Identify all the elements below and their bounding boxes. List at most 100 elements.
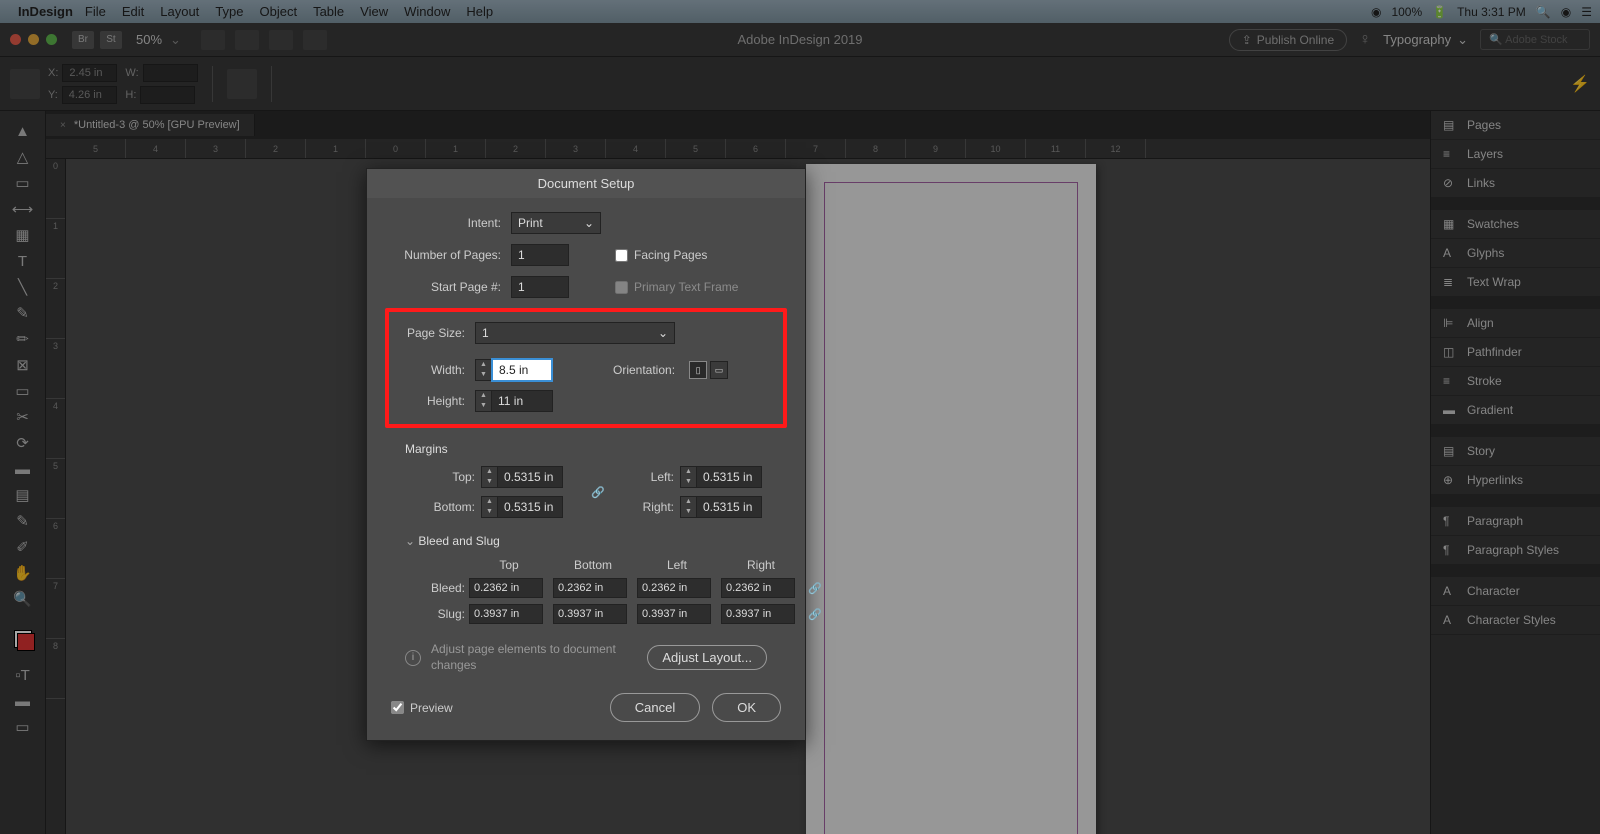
bleed-slug-title[interactable]: Bleed and Slug [405,534,781,548]
panel-pages[interactable]: ▤Pages [1431,111,1600,140]
document-tab[interactable]: ×*Untitled-3 @ 50% [GPU Preview] [46,114,255,136]
ok-button[interactable]: OK [712,693,781,722]
hand-tool[interactable]: ✋ [11,561,35,585]
panel-story[interactable]: ▤Story [1431,437,1600,466]
cancel-button[interactable]: Cancel [610,693,700,722]
margin-top-input[interactable] [497,466,563,488]
pen-tool[interactable]: ✎ [11,301,35,325]
panel-swatches[interactable]: ▦Swatches [1431,210,1600,239]
eyedropper-tool[interactable]: ✐ [11,535,35,559]
formatting-container-icon[interactable]: ▫T [11,663,35,687]
page-tool[interactable]: ▭ [11,171,35,195]
menu-extras-icon[interactable]: ☰ [1581,5,1592,19]
margin-bottom-input[interactable] [497,496,563,518]
menu-type[interactable]: Type [215,4,243,19]
gradient-feather-tool[interactable]: ▤ [11,483,35,507]
slug-right-input[interactable] [721,604,795,624]
width-input[interactable] [491,358,553,382]
panel-gradient[interactable]: ▬Gradient [1431,396,1600,425]
rectangle-frame-tool[interactable]: ⊠ [11,353,35,377]
link-slug-icon[interactable]: 🔗 [805,608,825,621]
reference-point-icon[interactable] [10,69,40,99]
h-input[interactable] [140,86,195,104]
panel-pathfinder[interactable]: ◫Pathfinder [1431,338,1600,367]
w-input[interactable] [143,64,198,82]
panel-glyphs[interactable]: AGlyphs [1431,239,1600,268]
menu-help[interactable]: Help [466,4,493,19]
menu-view[interactable]: View [360,4,388,19]
height-input[interactable] [491,390,553,412]
preview-checkbox[interactable]: Preview [391,701,453,715]
menu-object[interactable]: Object [260,4,298,19]
pencil-tool[interactable]: ✏ [11,327,35,351]
panel-character[interactable]: ACharacter [1431,577,1600,606]
start-page-input[interactable] [511,276,569,298]
menu-file[interactable]: File [85,4,106,19]
menu-layout[interactable]: Layout [160,4,199,19]
link-margins-icon[interactable]: 🔗 [588,486,608,499]
siri-icon[interactable]: ◉ [1561,5,1571,19]
orientation-landscape-button[interactable]: ▭ [710,361,728,379]
type-tool[interactable]: T [11,249,35,273]
gap-tool[interactable]: ⟷ [11,197,35,221]
panel-paragraph-styles[interactable]: ¶Paragraph Styles [1431,536,1600,565]
minimize-window[interactable] [28,34,39,45]
panel-align[interactable]: ⊫Align [1431,309,1600,338]
publish-online-button[interactable]: ⇪Publish Online [1229,29,1347,51]
bleed-bottom-input[interactable] [553,578,627,598]
spotlight-icon[interactable]: 🔍 [1536,5,1551,19]
bleed-left-input[interactable] [637,578,711,598]
rectangle-tool[interactable]: ▭ [11,379,35,403]
note-tool[interactable]: ✎ [11,509,35,533]
panel-character-styles[interactable]: ACharacter Styles [1431,606,1600,635]
cc-libraries-icon[interactable]: ♀ [1359,31,1371,49]
panel-layers[interactable]: ≡Layers [1431,140,1600,169]
direct-selection-tool[interactable]: △ [11,145,35,169]
wifi-icon[interactable]: ◉ [1371,5,1381,19]
maximize-window[interactable] [46,34,57,45]
stock-icon[interactable]: St [100,31,122,49]
scissors-tool[interactable]: ✂ [11,405,35,429]
num-pages-input[interactable] [511,244,569,266]
gpu-icon[interactable] [303,30,327,50]
window-controls[interactable] [10,34,57,45]
facing-pages-checkbox[interactable]: Facing Pages [615,248,707,262]
line-tool[interactable]: ╲ [11,275,35,299]
rotate-icon[interactable] [227,69,257,99]
page-size-select[interactable]: 1⌄ [475,322,675,344]
workspace-select[interactable]: Typography⌄ [1383,32,1468,48]
screen-mode-icon[interactable]: ▭ [11,715,35,739]
menu-edit[interactable]: Edit [122,4,144,19]
close-tab-icon[interactable]: × [60,120,66,131]
link-bleed-icon[interactable]: 🔗 [805,582,825,595]
selection-tool[interactable]: ▲ [11,119,35,143]
slug-top-input[interactable] [469,604,543,624]
primary-text-frame-checkbox[interactable]: Primary Text Frame [615,280,738,294]
panel-links[interactable]: ⊘Links [1431,169,1600,198]
content-collector-tool[interactable]: ▦ [11,223,35,247]
slug-left-input[interactable] [637,604,711,624]
page[interactable] [806,164,1096,834]
slug-bottom-input[interactable] [553,604,627,624]
bridge-icon[interactable]: Br [72,31,94,49]
close-window[interactable] [10,34,21,45]
adjust-layout-button[interactable]: Adjust Layout... [647,645,767,670]
adobe-stock-search[interactable]: 🔍 Adobe Stock [1480,29,1590,50]
menu-table[interactable]: Table [313,4,344,19]
margin-left-input[interactable] [696,466,762,488]
lightning-icon[interactable]: ⚡ [1570,74,1590,94]
width-stepper[interactable]: ▲▼ [475,358,553,382]
view-options-icon[interactable] [201,30,225,50]
panel-paragraph[interactable]: ¶Paragraph [1431,507,1600,536]
zoom-select[interactable]: 50% [136,32,181,48]
menu-window[interactable]: Window [404,4,450,19]
margin-right-input[interactable] [696,496,762,518]
y-input[interactable] [62,86,117,104]
x-input[interactable] [62,64,117,82]
orientation-portrait-button[interactable]: ▯ [689,361,707,379]
screen-mode-icon[interactable] [235,30,259,50]
panel-text-wrap[interactable]: ≣Text Wrap [1431,268,1600,297]
fill-stroke-icon[interactable] [9,625,37,653]
intent-select[interactable]: Print⌄ [511,212,601,234]
height-stepper[interactable]: ▲▼ [475,390,553,412]
